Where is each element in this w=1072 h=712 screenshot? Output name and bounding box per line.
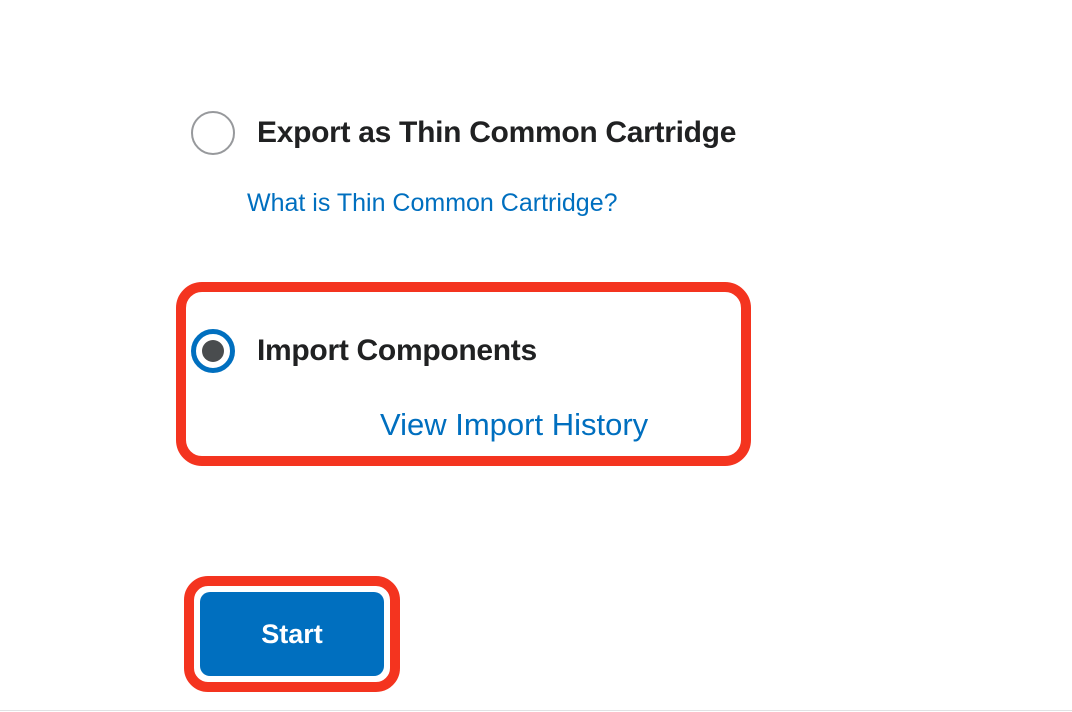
divider: [0, 710, 1072, 711]
start-button[interactable]: Start: [200, 592, 384, 676]
radio-icon: [191, 111, 235, 155]
import-components-option[interactable]: Import Components: [191, 329, 537, 373]
start-button-label: Start: [261, 619, 323, 650]
import-components-label: Import Components: [257, 334, 537, 369]
radio-icon: [191, 329, 235, 373]
import-export-panel: Export as Thin Common Cartridge What is …: [0, 0, 1072, 712]
what-is-thin-cc-link[interactable]: What is Thin Common Cartridge?: [247, 187, 618, 220]
export-thin-cc-label: Export as Thin Common Cartridge: [257, 116, 736, 151]
export-thin-cc-option[interactable]: Export as Thin Common Cartridge: [191, 111, 736, 155]
view-import-history-link[interactable]: View Import History: [380, 405, 648, 445]
